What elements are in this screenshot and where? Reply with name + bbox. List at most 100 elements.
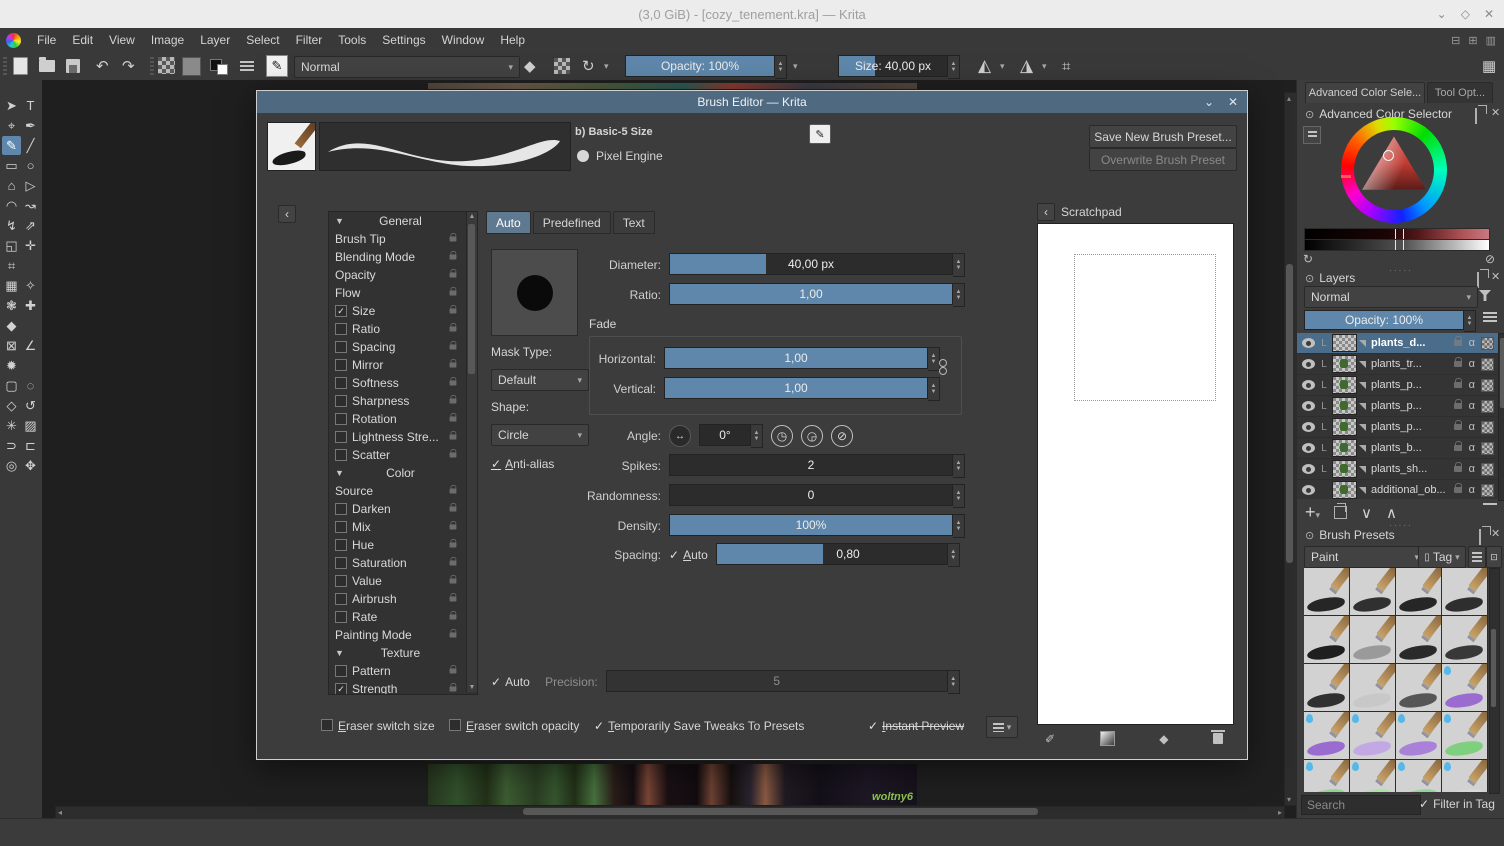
section-collapse-icon[interactable]: ▼ [335,216,344,226]
reload-preset-icon[interactable]: ↻ [582,55,595,77]
eraser-mode-icon[interactable]: ◆ [524,55,536,77]
option-blending-mode[interactable]: Blending Mode [329,248,477,266]
layer-lock-icon[interactable] [1453,357,1462,367]
inherit-alpha-icon[interactable] [1481,336,1494,350]
layer-row[interactable]: additional_ob... α [1297,480,1498,499]
layers-menu-icon[interactable] [1483,312,1497,323]
opacity-dropdown-icon[interactable]: ▾ [793,55,798,77]
scratchpad-gradient-icon[interactable] [1099,731,1115,746]
reference-images-tool-icon[interactable]: ✹ [2,356,21,375]
layer-row[interactable]: Lplants_b... α [1297,438,1498,459]
link-fade-icon[interactable] [939,359,947,375]
layer-lock-icon[interactable] [1453,462,1462,472]
shade-bar-gray[interactable] [1304,239,1490,251]
layer-alpha-icon[interactable]: α [1469,400,1475,412]
panel-toggle-icon[interactable]: ⊟ [1451,34,1460,47]
save-icon[interactable] [66,55,80,77]
scratchpad-paint-icon[interactable]: ✐ [1045,732,1055,746]
spacing-slider[interactable]: 0,80 ▲ ▼ [715,543,960,567]
layer-alpha-icon[interactable]: α [1469,442,1475,454]
preset-tag-select[interactable]: Paint ▾ [1304,546,1426,568]
overwrite-preset-button[interactable]: Overwrite Brush Preset [1089,148,1237,171]
scratchpad-fill-icon[interactable]: ◆ [1159,732,1168,746]
mask-type-select[interactable]: Default ▾ [491,369,589,391]
presets-float-icon[interactable] [1479,529,1481,545]
layer-visibility-icon[interactable] [1302,443,1315,453]
tab-auto[interactable]: Auto [486,211,531,234]
rectangle-tool-icon[interactable]: ▭ [2,156,21,175]
option-darken[interactable]: Darken [329,500,477,518]
redo-icon[interactable]: ↷ [122,55,135,77]
layer-filter-icon[interactable] [1479,290,1491,301]
options-section-texture[interactable]: ▼ Texture [329,644,477,662]
window-maximize-button[interactable]: ◇ [1461,7,1470,21]
transform-tool-icon[interactable]: ◱ [2,236,21,255]
preserve-alpha-icon[interactable] [554,58,570,74]
layer-row[interactable]: Lplants_p... α [1297,396,1498,417]
layer-visibility-icon[interactable] [1302,485,1315,495]
angle-input[interactable]: 0° ▲ ▼ [699,424,763,448]
brush-preset-tile[interactable] [1304,712,1349,759]
menu-edit[interactable]: Edit [64,28,101,52]
brush-preset-tile[interactable] [1442,760,1487,792]
option-lightness-stre-[interactable]: Lightness Stre... [329,428,477,446]
open-document-icon[interactable] [39,55,55,77]
dialog-titlebar[interactable]: Brush Editor — Krita ⌄ ✕ [257,91,1247,113]
angle-counterclockwise-icon[interactable]: ◶ [801,425,823,447]
menu-help[interactable]: Help [492,28,533,52]
diameter-slider[interactable]: 40,00 px ▲ ▼ [669,253,965,277]
contiguous-select-tool-icon[interactable]: ✳ [2,416,21,435]
option-checkbox[interactable] [335,557,347,569]
undo-icon[interactable]: ↶ [96,55,109,77]
brush-preset-tile[interactable] [1304,664,1349,711]
option-checkbox[interactable]: ✓ [335,683,347,694]
panel-toggle-icon[interactable]: ▥ [1486,34,1496,47]
dynamic-brush-tool-icon[interactable]: ↯ [2,216,21,235]
ellipse-select-tool-icon[interactable]: ◌ [21,376,40,395]
brush-preset-tile[interactable] [1442,664,1487,711]
layers-scrollbar[interactable] [1498,333,1504,501]
eraser-switch-size-checkbox[interactable]: Eraser switch size [321,719,435,733]
precision-auto-checkbox[interactable]: ✓ Auto [491,675,530,689]
smart-patch-tool-icon[interactable]: ✚ [21,296,40,315]
disable-icon[interactable]: ⊘ [1485,252,1495,266]
rename-preset-icon[interactable]: ✎ [809,124,831,144]
layer-row[interactable]: Lplants_sh... α [1297,459,1498,480]
inherit-alpha-icon[interactable] [1481,462,1494,476]
move-tool-icon[interactable]: ✛ [21,236,40,255]
collapse-options-button[interactable]: ‹ [278,205,296,223]
dialog-close-button[interactable]: ✕ [1221,91,1245,113]
option-checkbox[interactable]: ✓ [335,305,347,317]
bezier-select-tool-icon[interactable]: ⊃ [2,436,21,455]
layer-lock-icon[interactable] [1453,420,1462,430]
angle-dial[interactable]: ↔ [669,425,691,447]
opacity-slider[interactable]: Opacity: 100% ▲ ▼ [625,55,787,79]
section-collapse-icon[interactable]: ▼ [335,468,344,478]
instant-preview-checkbox[interactable]: ✓ Instant Preview [868,719,964,733]
layer-lock-icon[interactable] [1453,441,1462,451]
inherit-alpha-icon[interactable] [1481,378,1494,392]
density-slider[interactable]: 100% ▲ ▼ [669,514,965,538]
layer-lock-icon[interactable] [1453,483,1462,493]
layer-alpha-icon[interactable]: α [1469,421,1475,433]
polygon-tool-icon[interactable]: ⌂ [2,176,21,195]
brush-preset-tile[interactable] [1396,760,1441,792]
workspace-chooser-icon[interactable]: ▦ [1482,55,1496,77]
layer-lock-icon[interactable] [1453,399,1462,409]
scratchpad-canvas[interactable] [1037,223,1234,725]
section-collapse-icon[interactable]: ▼ [335,648,344,658]
layer-alpha-icon[interactable]: α [1469,337,1475,349]
measure-tool-icon[interactable]: ∠ [21,336,40,355]
option-checkbox[interactable] [335,611,347,623]
multibrush-tool-icon[interactable]: ⇗ [21,216,40,235]
brush-preset-tile[interactable] [1396,616,1441,663]
brush-preset-tile[interactable] [1304,568,1349,615]
option-checkbox[interactable] [335,341,347,353]
tab-text[interactable]: Text [612,211,655,234]
layer-alpha-icon[interactable]: α [1469,358,1475,370]
filter-in-tag-checkbox[interactable]: ✓ Filter in Tag [1419,797,1495,811]
option-brush-tip[interactable]: Brush Tip [329,230,477,248]
option-checkbox[interactable] [335,521,347,533]
menu-view[interactable]: View [101,28,143,52]
gradient-tool-icon[interactable]: ▦ [2,276,21,295]
